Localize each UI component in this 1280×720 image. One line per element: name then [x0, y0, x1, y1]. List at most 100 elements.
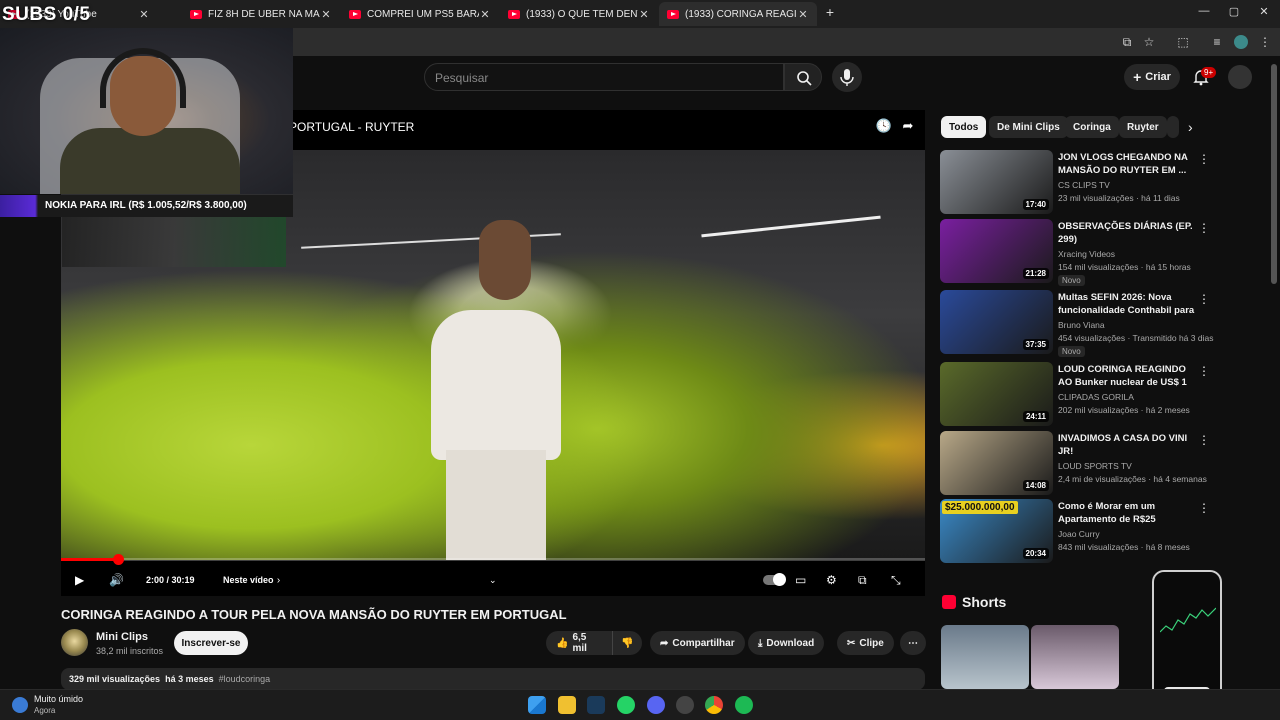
- minimize-icon[interactable]: —: [1192, 5, 1216, 17]
- autoplay-toggle[interactable]: [763, 570, 786, 590]
- more-vertical-icon[interactable]: ⋮: [1198, 292, 1210, 306]
- more-vertical-icon[interactable]: ⋮: [1198, 501, 1210, 515]
- search-button[interactable]: [784, 63, 822, 91]
- recommendation-card[interactable]: 14:08 INVADIMOS A CASA DO VINI JR! LOUD SP…: [940, 431, 1216, 495]
- video-thumbnail[interactable]: $25.000.000,00 20:34: [940, 499, 1053, 563]
- more-vertical-icon[interactable]: ⋮: [1198, 221, 1210, 235]
- recommendation-title[interactable]: Multas SEFIN 2026: Nova funcionalidade C…: [1058, 291, 1196, 318]
- video-thumbnail[interactable]: 14:08: [940, 431, 1053, 495]
- maximize-icon[interactable]: ▢: [1222, 5, 1246, 18]
- recommendation-title[interactable]: Como é Morar em um Apartamento de R$25 M…: [1058, 500, 1196, 527]
- player-title-overlay[interactable]: PORTUGAL - RUYTER: [289, 120, 414, 134]
- miniplayer-icon[interactable]: ⧉: [858, 570, 867, 590]
- recommendation-title[interactable]: JON VLOGS CHEGANDO NA MANSÃO DO RUYTER E…: [1058, 151, 1196, 177]
- video-thumbnail[interactable]: 24:11: [940, 362, 1053, 426]
- progress-bar[interactable]: [61, 554, 925, 565]
- fullscreen-icon[interactable]: ⤡: [891, 570, 901, 590]
- dislike-button[interactable]: 👎: [612, 631, 642, 655]
- watch-later-icon[interactable]: 🕓: [875, 118, 893, 136]
- share-button[interactable]: ➦ Compartilhar: [650, 631, 745, 655]
- play-icon[interactable]: ▶: [75, 570, 84, 590]
- clip-button[interactable]: ✂ Clipe: [837, 631, 894, 655]
- volume-icon[interactable]: 🔊: [109, 570, 124, 590]
- chip-overflow[interactable]: [1167, 116, 1179, 138]
- file-explorer-icon[interactable]: [558, 696, 576, 714]
- whatsapp-icon[interactable]: [617, 696, 635, 714]
- recommendation-card[interactable]: 21:28 OBSERVAÇÕES DIÁRIAS (EP. 299) Xracin…: [940, 219, 1216, 286]
- subtitles-icon[interactable]: ▭: [795, 570, 806, 590]
- more-vertical-icon[interactable]: ⋮: [1198, 433, 1210, 447]
- chrome-icon[interactable]: [705, 696, 723, 714]
- profile-avatar-icon[interactable]: [1234, 35, 1248, 49]
- recommendation-channel[interactable]: CS CLIPS TV: [1058, 180, 1110, 190]
- recommendation-title[interactable]: OBSERVAÇÕES DIÁRIAS (EP. 299): [1058, 220, 1196, 246]
- microphone-icon: [840, 69, 854, 86]
- short-thumbnail[interactable]: [1031, 625, 1119, 689]
- subscribe-button[interactable]: Inscrever-se: [174, 631, 248, 655]
- create-button[interactable]: + Criar: [1124, 64, 1180, 90]
- recommendation-card[interactable]: 37:35 Multas SEFIN 2026: Nova funcionalid…: [940, 290, 1216, 357]
- recommendation-channel[interactable]: CLIPADAS GORILA: [1058, 392, 1134, 402]
- chip-de-mini-clips[interactable]: De Mini Clips: [989, 116, 1068, 138]
- video-thumbnail[interactable]: 37:35: [940, 290, 1053, 354]
- new-tab-plus-icon[interactable]: +: [818, 4, 842, 20]
- channel-name[interactable]: Mini Clips: [96, 631, 148, 643]
- more-vertical-icon[interactable]: ⋮: [1198, 364, 1210, 378]
- next-video-chapter[interactable]: Neste vídeo ›: [223, 570, 280, 590]
- steam-icon[interactable]: [587, 696, 605, 714]
- recommendation-channel[interactable]: Xracing Videos: [1058, 249, 1115, 259]
- more-vertical-icon[interactable]: ⋮: [1198, 152, 1210, 166]
- search-input[interactable]: Pesquisar: [424, 63, 784, 91]
- browser-tab-active[interactable]: (1933) CORINGA REAGINDO A ✕: [659, 2, 817, 26]
- video-thumbnail[interactable]: 17:40: [940, 150, 1053, 214]
- chip-todos[interactable]: Todos: [941, 116, 987, 138]
- more-actions-button[interactable]: ⋯: [900, 631, 926, 655]
- cast-icon[interactable]: ⧉: [1120, 35, 1134, 49]
- discord-icon[interactable]: [647, 696, 665, 714]
- recommendation-card[interactable]: 17:40 JON VLOGS CHEGANDO NA MANSÃO DO RUY…: [940, 150, 1216, 214]
- close-tab-icon[interactable]: ✕: [638, 8, 650, 21]
- chevron-right-icon[interactable]: ›: [1188, 119, 1193, 135]
- recommendation-title[interactable]: LOUD CORINGA REAGINDO AO Bunker nuclear …: [1058, 363, 1196, 390]
- recommendation-card[interactable]: 24:11 LOUD CORINGA REAGINDO AO Bunker nuc…: [940, 362, 1216, 426]
- media-control-icon[interactable]: ≡: [1210, 35, 1224, 49]
- close-tab-icon[interactable]: ✕: [320, 8, 332, 21]
- short-thumbnail[interactable]: [941, 625, 1029, 689]
- bookmark-star-icon[interactable]: ☆: [1142, 35, 1156, 49]
- account-avatar[interactable]: [1228, 65, 1252, 89]
- spotify-icon[interactable]: [735, 696, 753, 714]
- close-tab-icon[interactable]: ✕: [138, 8, 150, 21]
- recommendation-channel[interactable]: LOUD SPORTS TV: [1058, 461, 1132, 471]
- hashtag-link[interactable]: #loudcoringa: [219, 674, 271, 684]
- extensions-icon[interactable]: ⬚: [1176, 35, 1190, 49]
- recommendation-card[interactable]: $25.000.000,00 20:34 Como é Morar em um Ap…: [940, 499, 1216, 563]
- windows-start-icon[interactable]: [528, 696, 546, 714]
- share-arrow-icon[interactable]: ➦: [899, 118, 917, 136]
- recommendation-channel[interactable]: Joao Curry: [1058, 529, 1100, 539]
- close-tab-icon[interactable]: ✕: [479, 8, 491, 21]
- settings-gear-icon[interactable]: ⚙: [826, 570, 837, 590]
- chip-ruyter[interactable]: Ruyter: [1119, 116, 1167, 138]
- download-button[interactable]: ⤓ Download: [748, 631, 825, 655]
- browser-tab[interactable]: COMPREI UM PS5 BARATO no ✕: [341, 2, 499, 26]
- weather-icon[interactable]: [12, 697, 28, 713]
- close-tab-icon[interactable]: ✕: [797, 8, 809, 21]
- progress-scrubber[interactable]: [113, 554, 125, 565]
- like-button[interactable]: 👍 6,5 mil: [546, 631, 612, 655]
- recommendation-title[interactable]: INVADIMOS A CASA DO VINI JR!: [1058, 432, 1196, 458]
- browser-tab[interactable]: FIZ 8H DE UBER NA MADRUGADA ✕: [182, 2, 340, 26]
- video-thumbnail[interactable]: 21:28: [940, 219, 1053, 283]
- browser-menu-icon[interactable]: ⋮: [1258, 35, 1272, 49]
- youtube-favicon-icon: [190, 9, 202, 19]
- close-window-icon[interactable]: ✕: [1252, 5, 1276, 18]
- browser-tab[interactable]: (1933) O QUE TEM DENTRO do ✕: [500, 2, 658, 26]
- obs-icon[interactable]: [676, 696, 694, 714]
- chevron-down-icon[interactable]: ⌄: [489, 570, 497, 590]
- voice-search-button[interactable]: [832, 62, 862, 92]
- recommendation-channel[interactable]: Bruno Viana: [1058, 320, 1105, 330]
- chip-coringa[interactable]: Coringa: [1065, 116, 1119, 138]
- description-box[interactable]: 329 mil visualizações há 3 meses #loudco…: [61, 668, 925, 690]
- channel-avatar[interactable]: [61, 629, 88, 656]
- person-head: [479, 220, 531, 300]
- page-scrollbar[interactable]: [1271, 64, 1277, 284]
